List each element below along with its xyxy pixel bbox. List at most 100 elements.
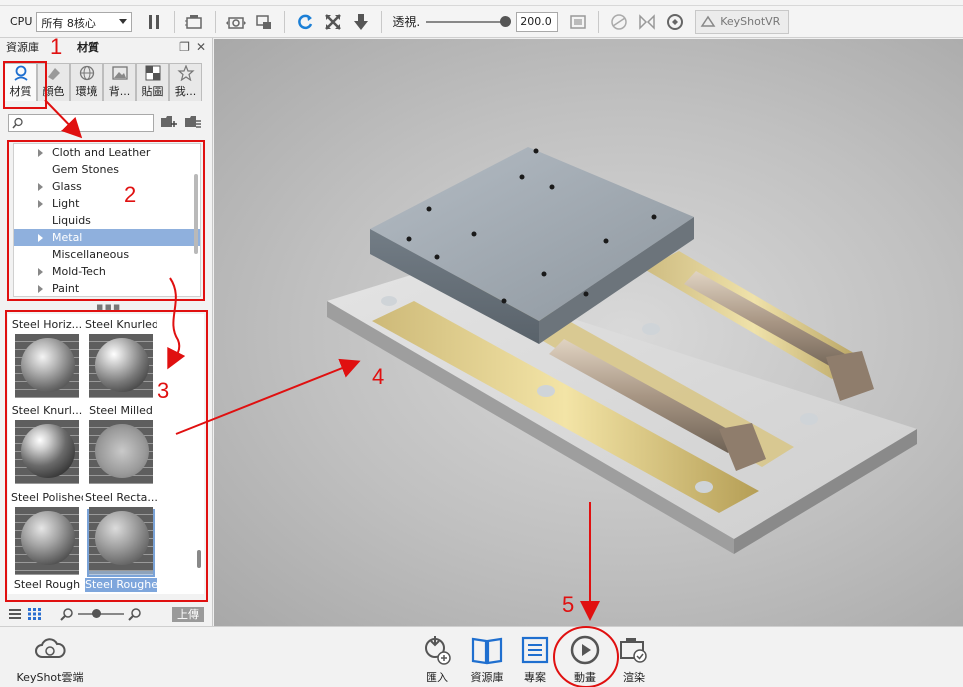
material-item[interactable]: Steel Knurl... [11,404,83,487]
tree-item[interactable]: Metal [14,229,200,246]
tree-item[interactable]: Liquids [14,212,200,229]
globe-icon [78,65,96,81]
expand-triangle-icon[interactable] [38,285,43,293]
tree-item[interactable]: Light [14,195,200,212]
tab-texture[interactable]: 貼圖 [136,63,169,101]
expand-arrows-icon [325,13,342,30]
slider-knob[interactable] [92,609,101,618]
material-label: Steel Polished [11,491,83,504]
folder-options-button[interactable] [184,115,202,132]
ribbon-label: 動畫 [574,671,596,684]
geometry-view-button[interactable] [606,10,632,34]
render-viewport[interactable] [214,39,963,626]
expand-triangle-icon[interactable] [38,234,43,242]
expand-triangle-icon[interactable] [38,200,43,208]
material-icon [12,65,30,81]
pause-button[interactable] [141,10,167,34]
tree-item[interactable]: Glass [14,178,200,195]
expand-triangle-icon[interactable] [38,183,43,191]
tree-item-label: Paint [52,282,80,295]
mirror-button[interactable] [634,10,660,34]
keyshot-cloud-label: KeyShot雲端 [16,671,84,684]
fit-view-button[interactable] [320,10,346,34]
project-list-icon [518,633,552,667]
perspective-slider[interactable] [426,15,512,27]
mirror-icon [639,13,655,30]
keyshot-window: CPU 所有 8核心 透視. 200.0 KeyShotVR 資源庫 材質 ❐ … [0,0,963,687]
thumbnail-size-slider[interactable] [78,609,124,618]
camera-icon [226,16,247,29]
material-item[interactable]: Steel Milled [85,404,157,487]
geometry-icon [611,13,627,30]
tab-material[interactable]: 材質 [4,63,37,101]
splitter-handle[interactable]: ▪▪▪ [96,300,121,313]
camera-stack-icon [185,14,203,29]
tree-scrollbar[interactable] [194,174,198,254]
search-icon [12,117,23,129]
tree-item-label: Liquids [52,214,91,227]
tab-label: 背... [108,85,131,98]
ribbon-render-camera-button[interactable]: 渲染 [609,633,659,685]
perspective-value-input[interactable]: 200.0 [516,11,559,32]
tab-color[interactable]: 顏色 [37,63,70,101]
refresh-icon [298,14,313,29]
import-icon [420,633,454,667]
keyshotvr-button[interactable]: KeyShotVR [695,9,790,34]
toolbar-separator [284,10,286,33]
close-icon[interactable]: ✕ [196,40,206,54]
material-label: Steel Recta... [85,491,157,504]
ribbon-library-book-button[interactable]: 資源庫 [462,633,512,685]
add-folder-button[interactable] [160,115,178,132]
expand-triangle-icon[interactable] [38,149,43,157]
material-label: Steel Rougher [85,578,157,592]
library-search-input[interactable] [8,114,154,132]
region-render-button[interactable] [565,10,591,34]
tab-label: 顏色 [42,85,65,98]
tree-item-label: Glass [52,180,82,193]
screenshot-button[interactable] [223,10,249,34]
material-thumbnail [89,507,153,571]
refresh-button[interactable] [292,10,318,34]
expand-triangle-icon[interactable] [38,268,43,276]
drop-to-ground-button[interactable] [348,10,374,34]
cpu-label: CPU [10,15,33,28]
tab-label: 材質 [9,85,32,98]
material-sphere-preview [95,424,149,478]
grid-scrollbar[interactable] [197,550,201,568]
keyshot-cloud-button[interactable]: KeyShot雲端 [10,633,90,685]
tab-star[interactable]: 我... [169,63,202,101]
ribbon-project-list-button[interactable]: 專案 [510,633,560,685]
region-icon [570,14,586,29]
zoom-out-icon[interactable] [60,607,74,621]
tree-item[interactable]: Cloth and Leather [14,144,200,161]
tree-item[interactable]: Mold-Tech [14,263,200,280]
zoom-in-icon[interactable] [128,607,142,621]
material-item[interactable]: Steel Horiz... [11,318,83,401]
undock-icon[interactable]: ❐ [179,40,190,54]
toolbar-separator [174,10,176,33]
material-item[interactable]: Steel Polished [11,491,83,574]
material-item[interactable]: Steel Knurled [85,318,157,401]
ribbon-label: 匯入 [426,671,448,684]
cpu-core-select[interactable]: 所有 8核心 [36,11,133,32]
tree-item[interactable]: Paint [14,280,200,296]
list-view-icon[interactable] [8,608,22,620]
sync-button[interactable] [662,10,688,34]
pause-icon [149,14,160,29]
tree-item[interactable]: Miscellaneous [14,246,200,263]
lock-camera-button[interactable] [251,10,277,34]
tree-item[interactable]: Gem Stones [14,161,200,178]
camera-add-button[interactable] [182,10,208,34]
tab-image[interactable]: 背... [103,63,136,101]
material-thumbnail [15,507,79,571]
grid-view-icon[interactable] [28,608,42,620]
ribbon-import-button[interactable]: 匯入 [412,633,462,685]
ribbon-animation-play-button[interactable]: 動畫 [560,633,610,685]
material-label: Steel Knurled [85,318,157,331]
upload-button[interactable]: 上傳 [172,606,204,622]
tab-globe[interactable]: 環境 [70,63,103,101]
star-icon [176,64,195,82]
material-item[interactable]: Steel Recta... [85,491,157,574]
material-sphere-preview [21,424,75,478]
slider-knob[interactable] [500,15,512,27]
